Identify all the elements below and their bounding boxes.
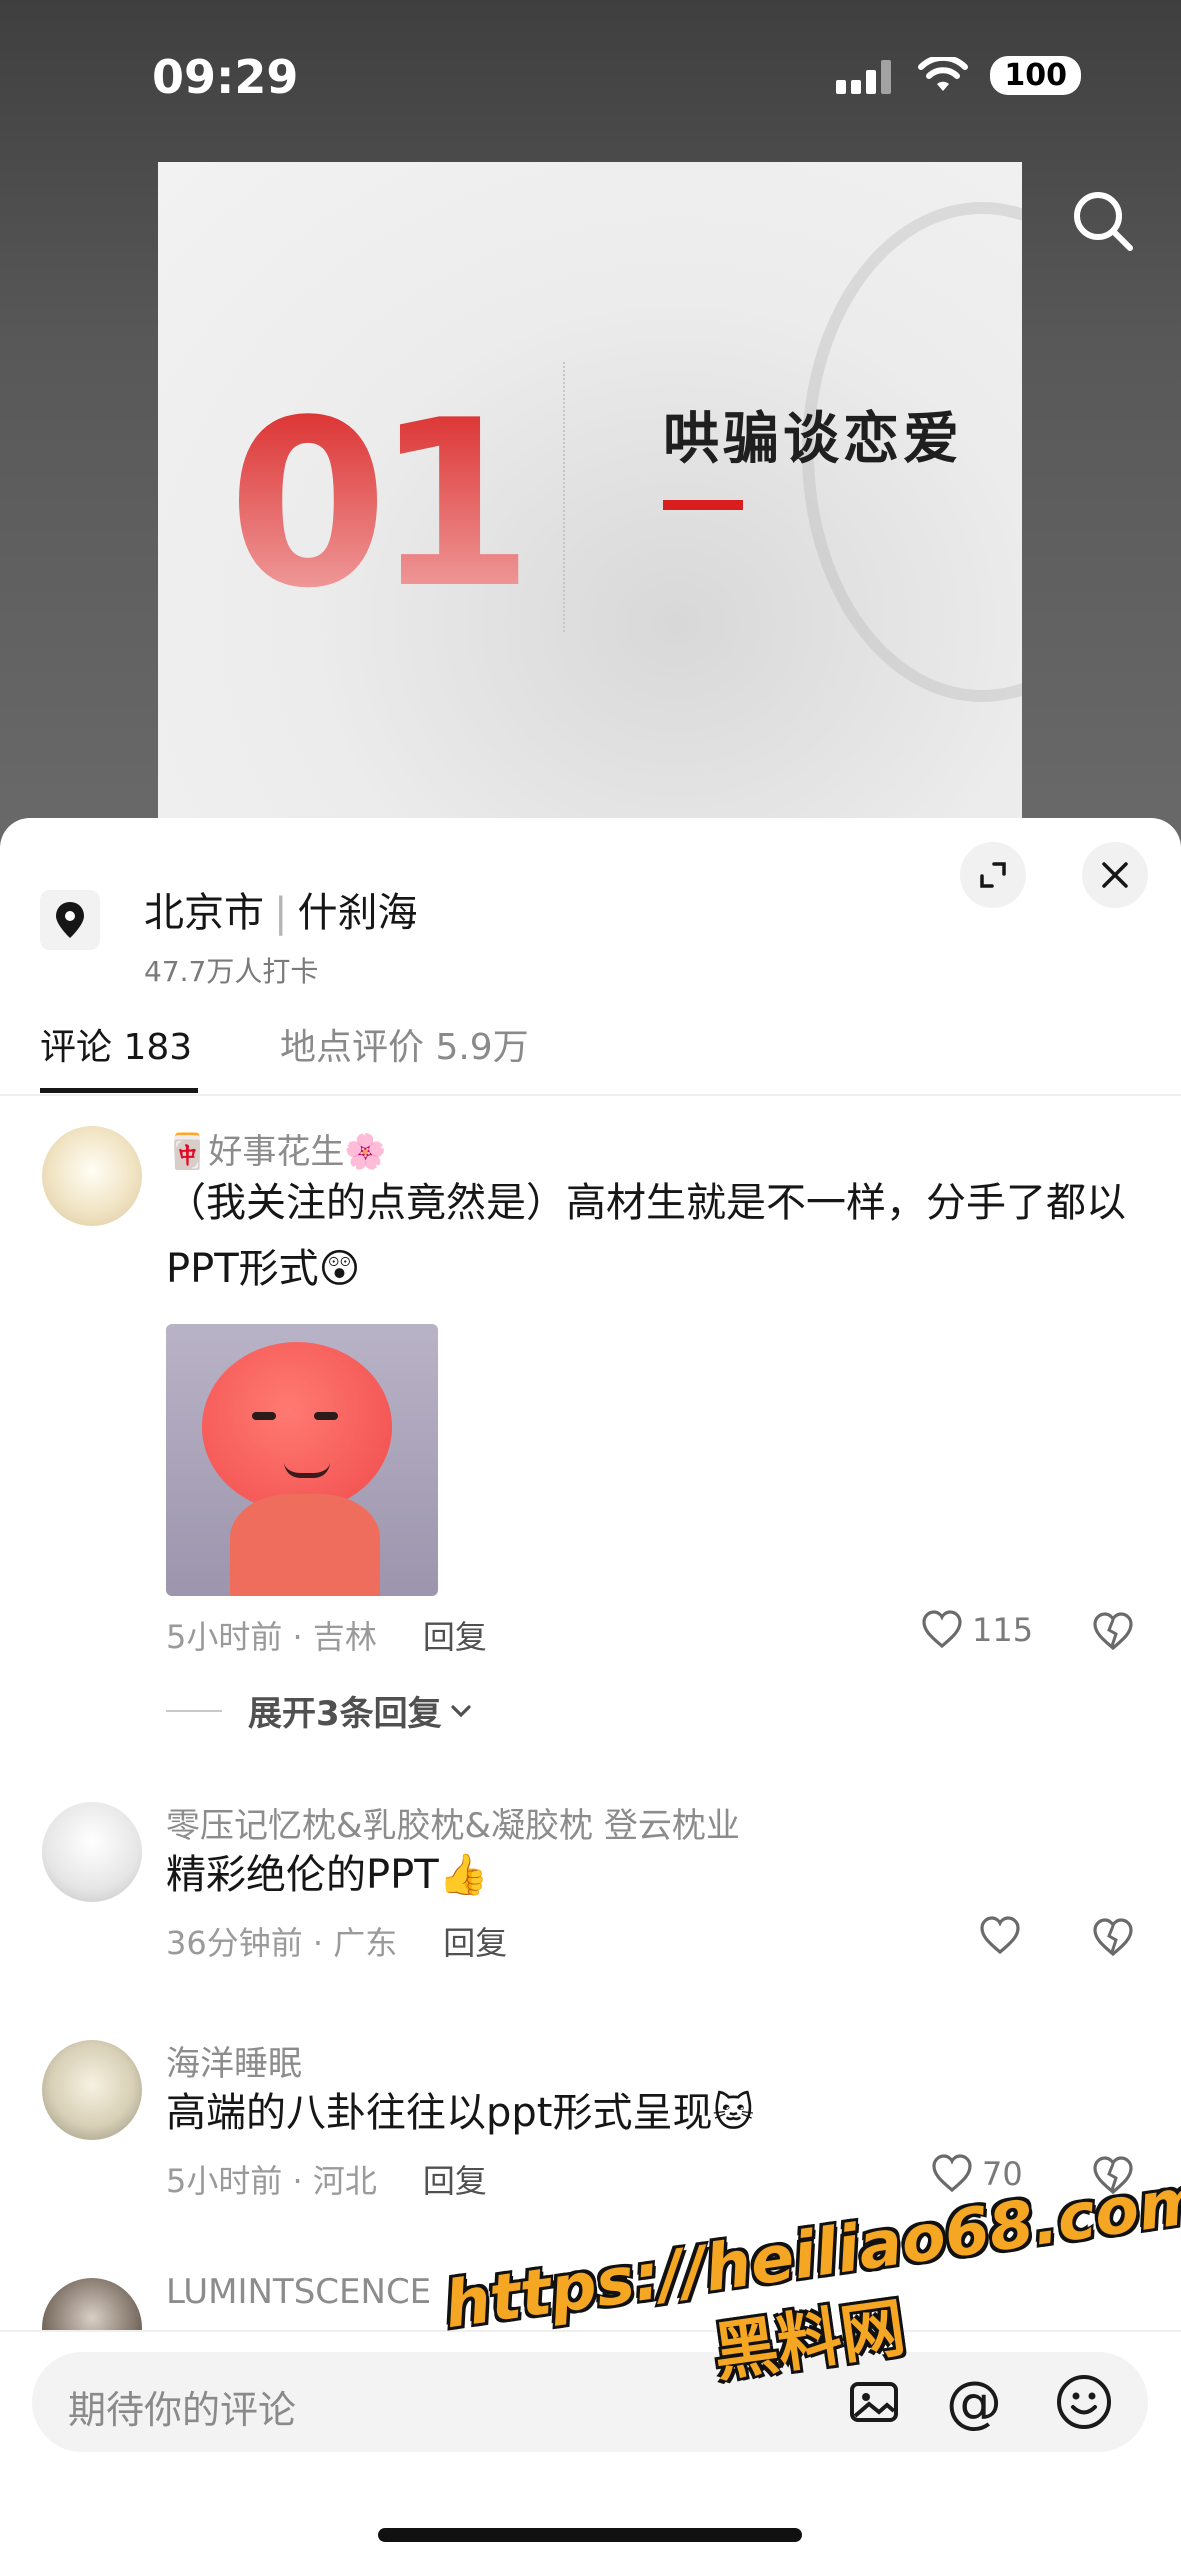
comment-input-placeholder: 期待你的评论	[68, 2388, 297, 2432]
location-checkins: 47.7万人打卡	[144, 955, 319, 988]
search-icon	[1074, 192, 1133, 251]
status-bar: 09:29 100	[0, 0, 1181, 150]
reply-button[interactable]: 回复	[423, 1618, 487, 1656]
heart-icon	[922, 1610, 962, 1649]
avatar[interactable]	[42, 1126, 142, 1226]
expand-divider-line	[166, 1709, 222, 1712]
reply-button[interactable]: 回复	[423, 2162, 487, 2200]
comment-text: 精彩绝伦的PPT👍	[166, 1852, 489, 1898]
location-pin-badge	[40, 890, 100, 950]
comment-sticker-image[interactable]	[166, 1324, 438, 1596]
heart-icon	[932, 2154, 972, 2193]
location-title: 北京市 | 什刹海	[144, 880, 417, 938]
comment-time-location: 5小时前 · 河北	[166, 2162, 377, 2200]
location-city: 北京市	[144, 890, 264, 936]
comment-meta: 5小时前 · 河北 回复	[166, 2156, 487, 2202]
like-count: 70	[982, 2155, 1023, 2193]
broken-heart-icon[interactable]	[1091, 1916, 1135, 1960]
comment-meta: 5小时前 · 吉林 回复	[166, 1612, 487, 1658]
comment-username[interactable]: LUMINTSCENCE	[166, 2272, 431, 2312]
home-indicator[interactable]	[378, 2528, 802, 2542]
expand-label: 展开3条回复	[248, 1694, 442, 1734]
video-area[interactable]: 09:29 100 01 哄骗谈恋爱	[0, 0, 1181, 860]
avatar[interactable]	[42, 2040, 142, 2140]
sticker-mouth	[284, 1462, 330, 1478]
like-button[interactable]: 115	[920, 1608, 1033, 1652]
broken-heart-icon[interactable]	[1091, 1610, 1135, 1654]
comment-text: 高端的八卦往往以ppt形式呈现🐱	[166, 2090, 755, 2136]
tab-comments[interactable]: 评论 183	[40, 1018, 192, 1070]
collapse-icon	[980, 862, 1006, 888]
tab-place-reviews[interactable]: 地点评价 5.9万	[280, 1018, 529, 1070]
battery-indicator: 100	[990, 56, 1081, 95]
status-icons: 100	[836, 56, 1081, 95]
like-button[interactable]	[978, 1914, 1022, 1958]
close-button[interactable]	[1082, 842, 1148, 908]
sticker-face	[202, 1342, 392, 1512]
sticker-eye	[252, 1412, 276, 1420]
expand-replies-button[interactable]: 展开3条回复	[166, 1686, 476, 1735]
collapse-button[interactable]	[960, 842, 1026, 908]
reply-button[interactable]: 回复	[443, 1924, 507, 1962]
avatar[interactable]	[42, 1802, 142, 1902]
location-separator: |	[274, 890, 288, 936]
comment-username[interactable]: 零压记忆枕&乳胶枕&凝胶枕 登云枕业	[166, 1798, 740, 1847]
comment-time-location: 36分钟前 · 广东	[166, 1924, 398, 1962]
video-slide: 01 哄骗谈恋爱	[158, 162, 1022, 822]
comment-username[interactable]: 海洋睡眠	[166, 2036, 302, 2085]
active-tab-underline	[40, 1088, 198, 1093]
status-time: 09:29	[152, 50, 299, 104]
chevron-down-icon	[451, 1704, 471, 1717]
wifi-icon	[918, 56, 969, 91]
close-icon	[1102, 862, 1128, 888]
comment-text: （我关注的点竟然是）高材生就是不一样，分手了都以PPT形式😲	[166, 1180, 1126, 1292]
comment-username[interactable]: 🀄好事花生🌸	[166, 1124, 387, 1173]
sticker-eye	[314, 1412, 338, 1420]
comment-tabs: 评论 183 地点评价 5.9万	[0, 998, 1181, 1096]
comment-time-location: 5小时前 · 吉林	[166, 1618, 377, 1656]
slide-title: 哄骗谈恋爱	[663, 407, 963, 472]
location-pin-icon	[56, 902, 84, 938]
slide-number: 01	[228, 372, 534, 639]
location-place: 什刹海	[297, 890, 418, 936]
heart-icon	[980, 1916, 1020, 1955]
slide-accent-bar	[663, 500, 743, 510]
comment-meta: 36分钟前 · 广东 回复	[166, 1918, 507, 1964]
signal-icon	[836, 59, 892, 94]
search-button[interactable]	[1068, 186, 1138, 256]
like-count: 115	[972, 1611, 1034, 1649]
slide-divider	[563, 362, 565, 632]
sticker-body	[230, 1494, 380, 1596]
